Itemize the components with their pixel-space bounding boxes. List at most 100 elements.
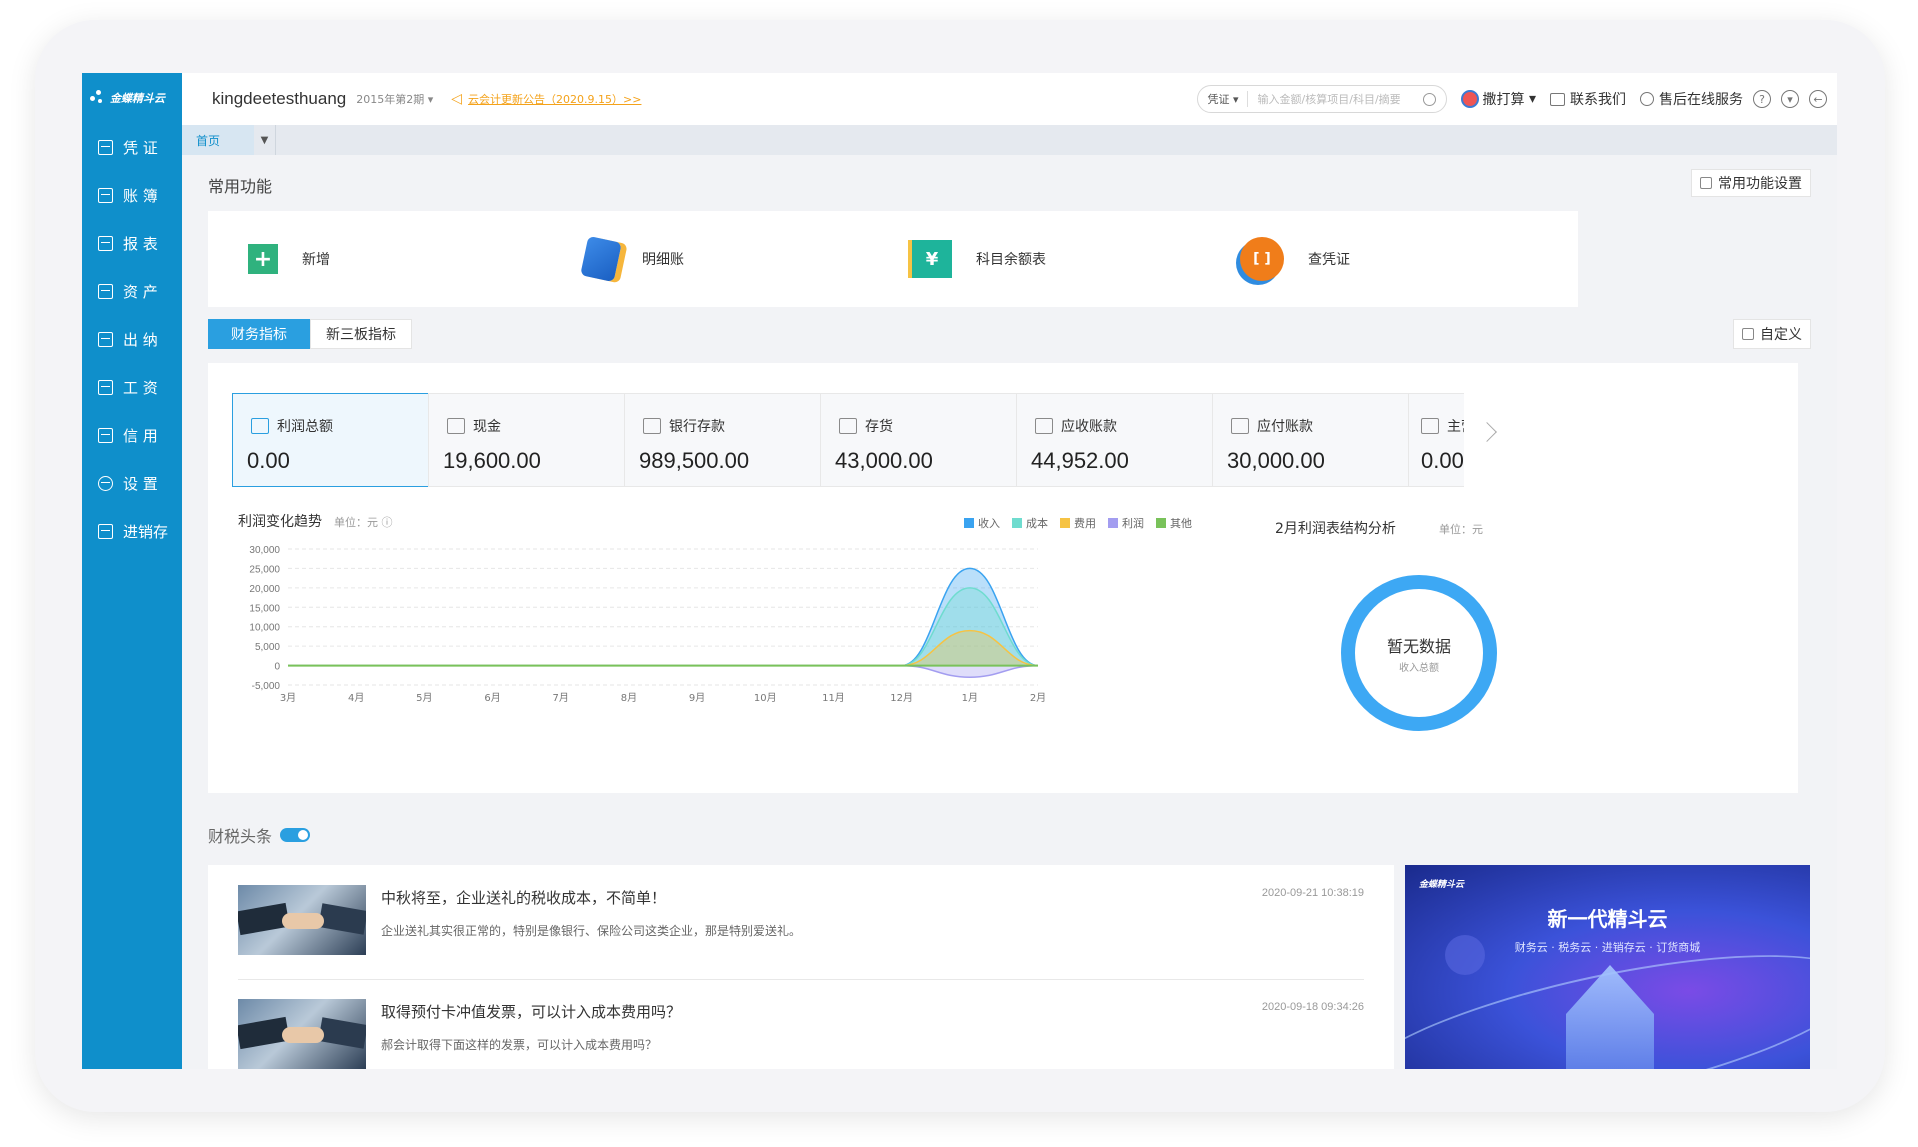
indicator-card-profit[interactable]: 利润总额 0.00: [232, 393, 456, 487]
sidebar-item-label: 信 用: [123, 426, 158, 445]
indicator-label: 应收账款: [1061, 419, 1117, 435]
search-input[interactable]: 凭证 ▾ 输入金额/核算项目/科目/摘要: [1196, 85, 1447, 113]
sidebar-item-salary[interactable]: 工 资: [82, 363, 182, 411]
quick-settings-button[interactable]: 常用功能设置: [1691, 169, 1811, 197]
sidebar-item-ledger[interactable]: 账 簿: [82, 171, 182, 219]
panel-extension: [1508, 363, 1798, 793]
structure-chart-title: 2月利润表结构分析: [1275, 521, 1396, 537]
customize-label: 自定义: [1760, 327, 1802, 343]
indicator-card-payable[interactable]: 应付账款 30,000.00: [1212, 393, 1436, 487]
quick-item-label: 明细账: [642, 252, 684, 268]
help-icon[interactable]: ⓘ: [382, 516, 393, 529]
cashier-icon: [98, 331, 113, 347]
search-voucher-icon: [ ]: [1240, 237, 1284, 281]
indicator-value: 30,000.00: [1227, 448, 1325, 473]
search-type-label: 凭证: [1207, 93, 1230, 106]
x-tick-label: 10月: [754, 692, 777, 704]
legend-item[interactable]: 收入: [964, 515, 1000, 531]
news-thumbnail: [238, 999, 366, 1069]
account-name[interactable]: kingdeetesthuang: [212, 89, 346, 109]
sidebar-item-credit[interactable]: 信 用: [82, 411, 182, 459]
promo-banner[interactable]: 金蝶精斗云 新一代精斗云 财务云 · 税务云 · 进销存云 · 订货商城: [1405, 865, 1810, 1069]
legend-item[interactable]: 其他: [1156, 515, 1192, 531]
notice-link[interactable]: 云会计更新公告（2020.9.15）>>: [468, 91, 641, 107]
sidebar-item-asset[interactable]: 资 产: [82, 267, 182, 315]
period-label: 2015年第2期: [356, 93, 425, 106]
sidebar-item-label: 出 纳: [123, 330, 158, 349]
y-tick-label: 5,000: [255, 642, 280, 653]
sidebar-item-report[interactable]: 报 表: [82, 219, 182, 267]
logout-icon[interactable]: ←: [1809, 90, 1827, 108]
copy-icon: [1700, 177, 1712, 189]
news-item[interactable]: 中秋将至，企业送礼的税收成本，不简单！ 企业送礼其实很正常的，特别是像银行、保险…: [238, 885, 1364, 985]
search-icon[interactable]: [1422, 92, 1436, 106]
tab-dropdown-icon[interactable]: ▼: [254, 125, 276, 155]
indicator-label: 利润总额: [277, 419, 333, 435]
contact-link[interactable]: 联系我们: [1550, 89, 1626, 109]
tab-home[interactable]: 首页: [182, 125, 254, 155]
indicators-panel: 利润总额 0.00 现金 19,600.00 银行存款 989,500.00 存…: [208, 363, 1508, 793]
x-tick-label: 5月: [416, 692, 432, 704]
ledger-icon: [98, 187, 113, 203]
news-title-label: 财税头条: [208, 827, 273, 846]
skin-icon[interactable]: ▾: [1781, 90, 1799, 108]
chevron-right-icon[interactable]: [1477, 422, 1497, 442]
legend-swatch: [964, 518, 974, 528]
banner-title: 新一代精斗云: [1547, 907, 1668, 931]
sidebar-item-settings[interactable]: 设 置: [82, 459, 182, 507]
search-placeholder: 输入金额/核算项目/科目/摘要: [1257, 93, 1401, 106]
quick-item-search-voucher[interactable]: [ ] 查凭证: [1192, 211, 1578, 307]
logo-text: 金蝶精斗云: [110, 92, 165, 105]
indicator-label: 存货: [865, 419, 893, 435]
structure-chart-unit: 单位：元: [1439, 523, 1483, 536]
user-menu[interactable]: 撒打算 ▾: [1460, 89, 1536, 109]
indicator-card-cash[interactable]: 现金 19,600.00: [428, 393, 652, 487]
x-tick-label: 6月: [484, 692, 500, 704]
service-link[interactable]: 售后在线服务: [1640, 89, 1743, 109]
indicator-card-main-business[interactable]: 主营 0.00: [1408, 393, 1464, 487]
trend-chart-title: 利润变化趋势: [238, 514, 322, 530]
news-headline[interactable]: 取得预付卡冲值发票，可以计入成本费用吗？: [381, 1001, 681, 1022]
sidebar: 金蝶精斗云 凭 证 账 簿 报 表 资 产 出 纳 工 资 信 用 设 置 进销…: [82, 73, 182, 1069]
sidebar-item-label: 进销存: [123, 522, 169, 541]
legend-swatch: [1156, 518, 1166, 528]
period-selector[interactable]: 2015年第2期 ▾: [356, 91, 433, 107]
x-tick-label: 12月: [890, 692, 913, 704]
tab-neeq-indicators[interactable]: 新三板指标: [310, 319, 412, 349]
tab-financial-indicators[interactable]: 财务指标: [208, 319, 310, 349]
indicator-card-bank-deposit[interactable]: 银行存款 989,500.00: [624, 393, 848, 487]
customize-button[interactable]: 自定义: [1733, 319, 1811, 349]
indicator-icon: [839, 418, 857, 434]
news-headline[interactable]: 中秋将至，企业送礼的税收成本，不简单！: [381, 887, 666, 908]
y-tick-label: 30,000: [249, 545, 280, 556]
sidebar-item-label: 账 簿: [123, 186, 158, 205]
quick-item-label: 新增: [302, 252, 330, 268]
indicator-value: 19,600.00: [443, 448, 541, 473]
indicator-icon: [1231, 418, 1249, 434]
quick-functions-title: 常用功能: [208, 177, 273, 196]
indicator-value: 0.00: [1421, 448, 1464, 473]
sidebar-item-inventory[interactable]: 进销存: [82, 507, 182, 555]
legend-label: 利润: [1122, 517, 1144, 530]
sidebar-item-cashier[interactable]: 出 纳: [82, 315, 182, 363]
news-item[interactable]: 取得预付卡冲值发票，可以计入成本费用吗？ 郝会计取得下面这样的发票，可以计入成本…: [238, 999, 1364, 1069]
indicator-card-inventory[interactable]: 存货 43,000.00: [820, 393, 1044, 487]
legend-item[interactable]: 利润: [1108, 515, 1144, 531]
y-tick-label: 20,000: [249, 584, 280, 595]
sidebar-item-voucher[interactable]: 凭 证: [82, 123, 182, 171]
legend-item[interactable]: 费用: [1060, 515, 1096, 531]
search-type-select[interactable]: 凭证 ▾: [1208, 91, 1248, 107]
divider: [238, 979, 1364, 980]
trend-chart: 30,000 25,000 20,000 15,000 10,000 5,000 0 -5,0…: [249, 545, 1046, 704]
legend-item[interactable]: 成本: [1012, 515, 1048, 531]
indicator-card-receivable[interactable]: 应收账款 44,952.00: [1016, 393, 1240, 487]
news-toggle[interactable]: [280, 828, 311, 842]
support-icon: [1640, 92, 1654, 106]
sidebar-item-label: 资 产: [123, 282, 158, 301]
indicator-label: 银行存款: [669, 419, 725, 435]
help-icon[interactable]: ?: [1753, 90, 1771, 108]
legend-swatch: [1060, 518, 1070, 528]
salary-icon: [98, 379, 113, 395]
y-tick-label: 25,000: [249, 564, 280, 575]
legend-label: 其他: [1170, 517, 1192, 530]
